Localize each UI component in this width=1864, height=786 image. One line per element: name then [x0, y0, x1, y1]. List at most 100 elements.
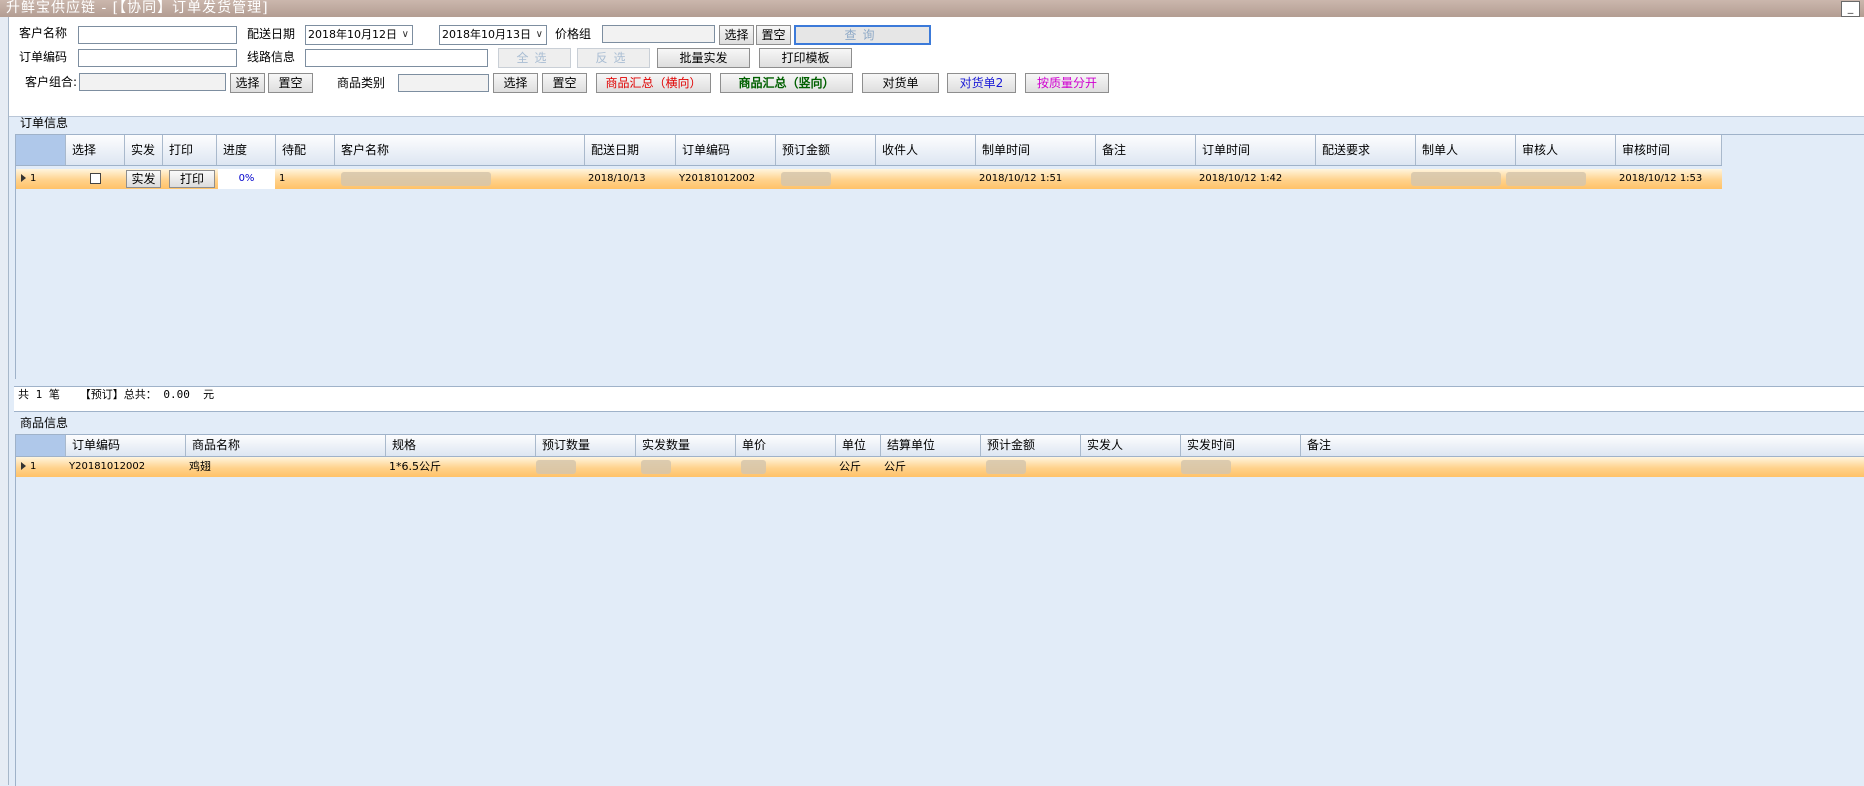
col-header-order-time[interactable]: 订单时间: [1196, 135, 1316, 165]
row-selector[interactable]: 1: [18, 169, 64, 189]
left-edge-bar: [0, 17, 9, 785]
col-header-order-code[interactable]: 订单编码: [676, 135, 776, 165]
row-index: 1: [30, 461, 37, 472]
col-header-unit[interactable]: 单位: [836, 435, 881, 456]
col-header-order-code[interactable]: 订单编码: [66, 435, 186, 456]
ship-time-redacted: [1181, 460, 1231, 474]
price-group-label: 价格组: [555, 27, 592, 41]
price-group-input[interactable]: [602, 25, 715, 43]
orders-section-label: 订单信息: [20, 116, 69, 130]
col-header-pending[interactable]: 待配: [276, 135, 335, 165]
booked-amount-redacted: [781, 172, 831, 186]
row-order-code: Y20181012002: [679, 173, 756, 184]
maker-redacted: [1411, 172, 1501, 186]
col-header-ship[interactable]: 实发: [125, 135, 163, 165]
window-title: 升鲜宝供应链 - [【协同】订单发货管理]: [6, 0, 269, 16]
col-header-settle-unit[interactable]: 结算单位: [881, 435, 981, 456]
split-by-quality-button[interactable]: 按质量分开: [1025, 73, 1109, 93]
order-code-input[interactable]: [78, 49, 237, 67]
row-product-name: 鸡翅: [189, 460, 211, 473]
price-group-select-button[interactable]: 选择: [719, 25, 754, 45]
col-header-auditor[interactable]: 审核人: [1516, 135, 1616, 165]
products-section-label: 商品信息: [20, 416, 69, 430]
goods-summary-vertical-button[interactable]: 商品汇总（竖向）: [720, 73, 853, 93]
date-from-picker[interactable]: 2018年10月12日 ∨: [305, 25, 413, 45]
current-row-arrow-icon: [21, 174, 26, 182]
customer-group-select-button[interactable]: 选择: [230, 73, 265, 93]
col-header-progress[interactable]: 进度: [217, 135, 276, 165]
col-header-audit-time[interactable]: 审核时间: [1616, 135, 1722, 165]
col-header-customer-name[interactable]: 客户名称: [335, 135, 585, 165]
table-row[interactable]: 1 Y20181012002 鸡翅 1*6.5公斤 公斤 公斤: [16, 457, 1864, 477]
customer-name-label: 客户名称: [19, 26, 68, 40]
customer-name-redacted: [341, 172, 491, 186]
col-header-print[interactable]: 打印: [163, 135, 217, 165]
route-info-label: 线路信息: [247, 50, 296, 64]
row-pending: 1: [279, 173, 286, 184]
product-category-select-button[interactable]: 选择: [493, 73, 538, 93]
col-header-shipped-qty[interactable]: 实发数量: [636, 435, 736, 456]
row-selector[interactable]: 1: [18, 457, 64, 477]
route-info-input[interactable]: [305, 49, 488, 67]
col-header-select[interactable]: 选择: [66, 135, 125, 165]
col-header-ship-time[interactable]: 实发时间: [1181, 435, 1301, 456]
select-all-button[interactable]: 全选: [498, 48, 571, 68]
customer-group-clear-button[interactable]: 置空: [268, 73, 313, 93]
product-category-label: 商品类别: [337, 76, 386, 90]
col-header-delivery-date[interactable]: 配送日期: [585, 135, 676, 165]
customer-name-input[interactable]: [78, 26, 237, 44]
row-delivery-date: 2018/10/13: [588, 173, 646, 184]
product-category-clear-button[interactable]: 置空: [542, 73, 587, 93]
row-ship-button[interactable]: 实发: [126, 170, 161, 188]
chevron-down-icon: ∨: [401, 29, 409, 40]
print-template-button[interactable]: 打印模板: [759, 48, 852, 68]
col-header-booked-amount[interactable]: 预订金额: [776, 135, 876, 165]
col-header-booked-qty[interactable]: 预订数量: [536, 435, 636, 456]
date-to-picker[interactable]: 2018年10月13日 ∨: [439, 25, 547, 45]
product-category-input[interactable]: [398, 74, 489, 92]
col-header-shipper[interactable]: 实发人: [1081, 435, 1181, 456]
row-audit-time: 2018/10/12 1:53: [1619, 173, 1703, 184]
col-header-recipient[interactable]: 收件人: [876, 135, 976, 165]
products-grid-header: 订单编码 商品名称 规格 预订数量 实发数量 单价 单位 结算单位 预计金额 实…: [16, 435, 1864, 457]
customer-group-label: 客户组合:: [25, 75, 78, 89]
row-order-code: Y20181012002: [69, 461, 146, 472]
reconcile-button[interactable]: 对货单: [862, 73, 939, 93]
col-header-remark[interactable]: 备注: [1096, 135, 1196, 165]
table-row[interactable]: 1 实发 打印 0% 1 2018/10/13 Y20181012002 201…: [16, 169, 1722, 189]
minimize-button[interactable]: _: [1841, 1, 1860, 17]
row-order-time: 2018/10/12 1:42: [1199, 173, 1283, 184]
col-header-delivery-req[interactable]: 配送要求: [1316, 135, 1416, 165]
reconcile2-button[interactable]: 对货单2: [947, 73, 1016, 93]
batch-ship-button[interactable]: 批量实发: [657, 48, 750, 68]
col-header-spec[interactable]: 规格: [386, 435, 536, 456]
row-spec: 1*6.5公斤: [389, 460, 441, 473]
goods-summary-horizontal-button[interactable]: 商品汇总（横向）: [596, 73, 711, 93]
col-header-unit-price[interactable]: 单价: [736, 435, 836, 456]
delivery-date-label: 配送日期: [247, 27, 296, 41]
row-print-button[interactable]: 打印: [169, 170, 215, 188]
row-progress: 0%: [218, 169, 275, 189]
invert-selection-button[interactable]: 反选: [577, 48, 650, 68]
col-header-product-name[interactable]: 商品名称: [186, 435, 386, 456]
row-unit: 公斤: [839, 460, 861, 473]
orders-summary: 共 1 笔 【预订】总共： 0.00 元: [14, 386, 1864, 412]
orders-row-selector-header[interactable]: [16, 135, 66, 165]
col-header-remark[interactable]: 备注: [1301, 435, 1864, 456]
customer-group-input[interactable]: [79, 73, 226, 91]
price-group-clear-button[interactable]: 置空: [756, 25, 791, 45]
booked-qty-redacted: [536, 460, 576, 474]
chevron-down-icon: ∨: [535, 29, 543, 40]
unit-price-redacted: [741, 460, 766, 474]
row-index: 1: [30, 173, 37, 184]
query-button[interactable]: 查询: [794, 25, 931, 45]
row-settle-unit: 公斤: [884, 460, 906, 473]
products-grid: 订单编码 商品名称 规格 预订数量 实发数量 单价 单位 结算单位 预计金额 实…: [15, 434, 1864, 786]
products-row-selector-header[interactable]: [16, 435, 66, 456]
row-select-checkbox[interactable]: [90, 173, 101, 184]
col-header-estimated-amount[interactable]: 预计金额: [981, 435, 1081, 456]
orders-grid-header: 选择 实发 打印 进度 待配 客户名称 配送日期 订单编码 预订金额 收件人 制…: [16, 135, 1722, 166]
row-made-time: 2018/10/12 1:51: [979, 173, 1063, 184]
col-header-maker[interactable]: 制单人: [1416, 135, 1516, 165]
col-header-made-time[interactable]: 制单时间: [976, 135, 1096, 165]
